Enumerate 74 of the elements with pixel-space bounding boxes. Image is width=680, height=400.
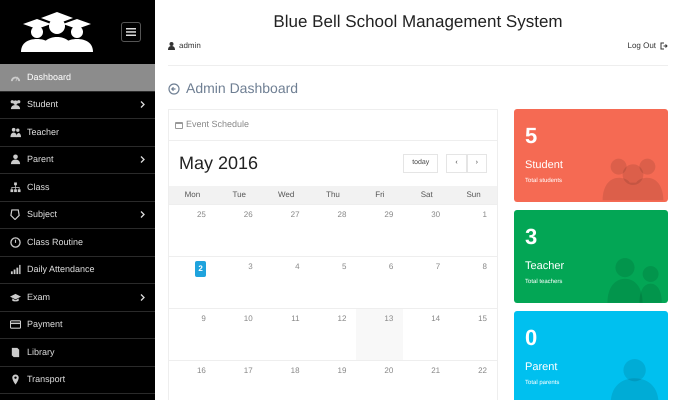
- sidebar-item[interactable]: Payment: [0, 312, 155, 339]
- day-number: 5: [342, 261, 346, 274]
- system-title: Blue Bell School Management System: [272, 11, 564, 32]
- day-number: 15: [478, 313, 487, 326]
- page-title: Admin Dashboard: [186, 79, 298, 98]
- day-number: 7: [436, 261, 440, 274]
- stat-count: 3: [525, 226, 538, 248]
- day-number: 14: [431, 313, 440, 326]
- day-number: 8: [482, 261, 487, 274]
- stat-count: 0: [525, 327, 538, 350]
- weekday-header: Thu: [310, 186, 356, 204]
- day-number: 29: [384, 209, 394, 222]
- weekday-header: Tue: [216, 186, 263, 204]
- sidebar-item[interactable]: Exam: [0, 284, 155, 312]
- day-number: 3: [248, 261, 253, 274]
- today-date: 2: [195, 261, 206, 278]
- book-icon: [10, 346, 21, 358]
- day-number: 6: [388, 261, 394, 274]
- month-title: May 2016: [179, 152, 258, 174]
- day-number: 26: [244, 209, 253, 222]
- users-icon: [10, 99, 21, 110]
- day-number: 1: [482, 209, 487, 222]
- bar-chart-icon: [10, 264, 21, 276]
- day-number: 28: [338, 209, 346, 222]
- logout-link[interactable]: Log Out: [628, 40, 668, 52]
- two-users-icon: [10, 126, 21, 138]
- day-number: 12: [338, 313, 346, 326]
- username: admin: [179, 40, 201, 52]
- sidebar-item[interactable]: Subject: [0, 202, 155, 229]
- day-number: 4: [295, 261, 300, 274]
- menu-icon: [126, 28, 136, 36]
- day-number: 17: [244, 365, 253, 378]
- weekday-header: Sat: [403, 186, 450, 204]
- sidebar-item[interactable]: Class: [0, 174, 155, 202]
- clock-icon: [10, 236, 21, 248]
- sidebar-item[interactable]: Transport: [0, 366, 155, 394]
- stat-label: Teacher: [525, 259, 566, 274]
- sidebar-item[interactable]: Student: [0, 92, 155, 119]
- day-number: 11: [291, 313, 300, 326]
- credit-card-icon: [10, 319, 21, 330]
- logout-icon: [660, 42, 668, 50]
- user-icon: [10, 154, 21, 166]
- day-number: 21: [431, 365, 440, 378]
- day-number: 30: [431, 209, 440, 222]
- weekday-header: Wed: [262, 186, 310, 204]
- weekday-header: Sun: [450, 186, 497, 204]
- calendar-icon: [175, 121, 183, 130]
- panel-title: Event Schedule: [186, 118, 250, 132]
- sidebar-item[interactable]: Parent: [0, 146, 155, 174]
- weekday-header: Mon: [169, 186, 216, 204]
- day-number: 20: [384, 365, 394, 378]
- graduation-cap-icon: [10, 292, 21, 303]
- user-icon: [168, 42, 175, 50]
- stat-label: Parent: [525, 360, 558, 376]
- menu-toggle-button[interactable]: [121, 22, 141, 42]
- day-number: 16: [196, 365, 206, 378]
- day-number: 13: [384, 313, 394, 326]
- day-number: 10: [244, 313, 253, 326]
- sitemap-icon: [10, 182, 21, 193]
- stat-label: Student: [525, 158, 564, 174]
- day-number: 19: [338, 365, 346, 378]
- day-number: 9: [201, 313, 206, 326]
- shield-icon: [10, 209, 21, 220]
- stat-count: 5: [525, 125, 538, 148]
- sidebar-item[interactable]: Class Routine: [0, 229, 155, 256]
- day-number: 27: [290, 209, 300, 222]
- day-number: 22: [478, 365, 487, 378]
- sidebar-item[interactable]: Daily Attendance: [0, 256, 155, 284]
- sidebar-item[interactable]: Library: [0, 339, 155, 366]
- sidebar-item[interactable]: Teacher: [0, 119, 155, 146]
- day-number: 25: [196, 209, 206, 222]
- day-number: 18: [290, 365, 300, 378]
- map-pin-icon: [10, 374, 21, 386]
- weekday-header: Fri: [356, 186, 404, 204]
